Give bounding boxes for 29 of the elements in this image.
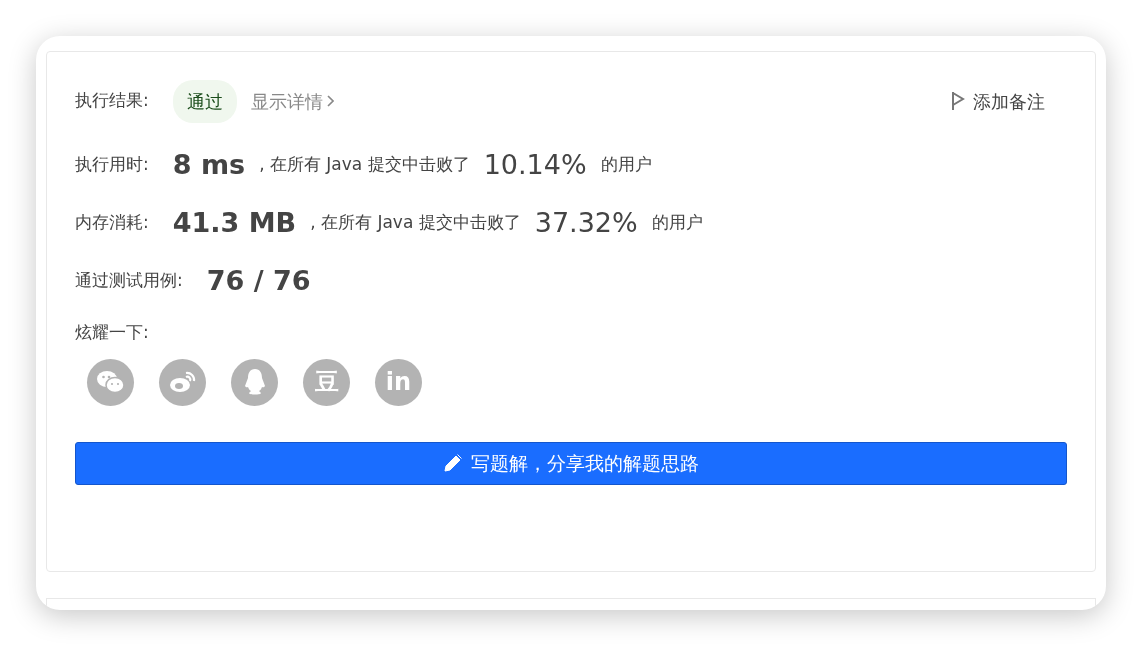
flag-icon — [951, 91, 965, 111]
stat-value: 8 ms — [172, 147, 246, 182]
share-label: 炫耀一下: — [75, 321, 150, 344]
result-label: 执行结果: — [75, 89, 149, 113]
tests-label: 通过测试用例: — [75, 269, 183, 293]
status-badge: 通过 — [172, 79, 237, 123]
share-button[interactable] — [159, 358, 206, 406]
chat-bubbles-icon — [95, 369, 126, 395]
stat-suffix: 的用户 — [600, 153, 652, 177]
share-button[interactable]: in — [375, 358, 422, 406]
stat-suffix: 的用户 — [651, 211, 703, 235]
stat-label: 内存消耗: — [75, 211, 149, 235]
percentile-value: 10.14% — [483, 147, 587, 182]
details-link[interactable]: 显示详情 — [250, 87, 334, 115]
share-button[interactable] — [231, 358, 278, 406]
share-button[interactable] — [87, 358, 134, 406]
stat-description: , 在所有 Java 提交中击败了 — [259, 153, 470, 177]
chevron-icon — [326, 95, 334, 107]
share-button[interactable]: 豆 — [303, 358, 350, 406]
eye-swirl-icon — [168, 370, 197, 394]
write-solution-button[interactable]: 写题解，分享我的解题思路 — [75, 441, 1067, 485]
add-note-button[interactable]: 添加备注 — [951, 87, 1045, 115]
percentile-value: 37.32% — [534, 205, 638, 240]
stat-label: 执行用时: — [75, 153, 149, 177]
stat-value: 41.3 MB — [172, 205, 297, 240]
tests-value: 76 / 76 — [206, 263, 311, 298]
stat-description: , 在所有 Java 提交中击败了 — [310, 211, 521, 235]
penguin-icon — [243, 368, 266, 396]
pencil-icon — [443, 453, 463, 473]
